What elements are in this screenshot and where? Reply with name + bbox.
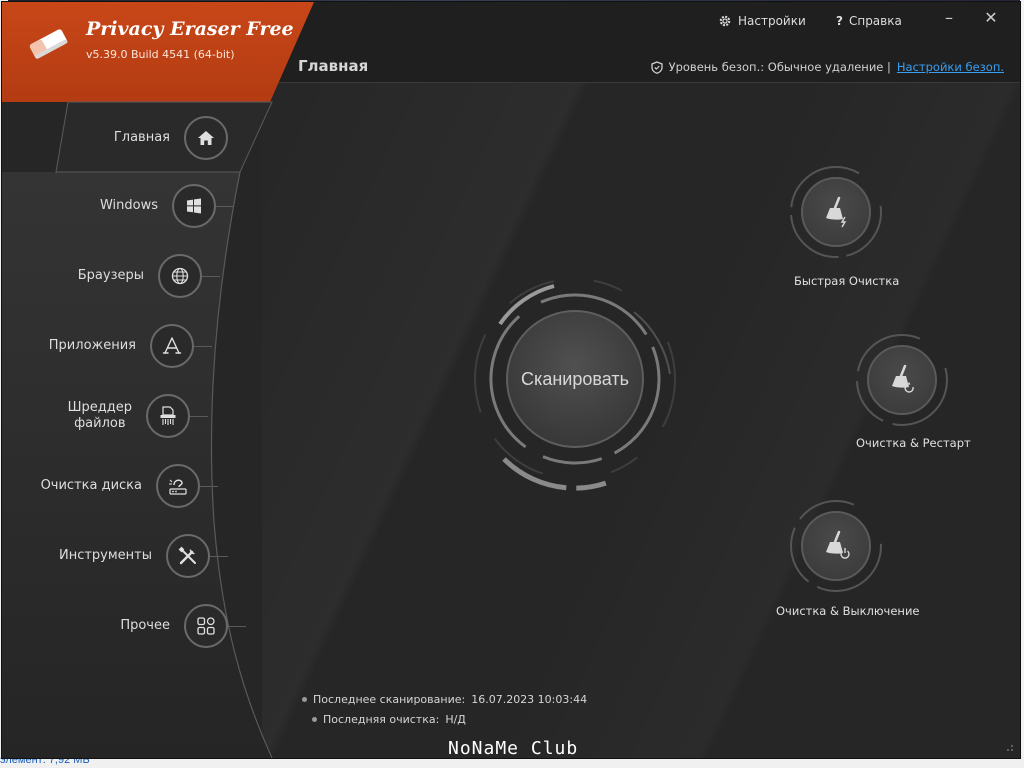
app-title: Privacy Eraser Free — [86, 18, 294, 40]
bullet-dot — [312, 717, 317, 722]
sidebar-item-disk-cleanup[interactable]: Очистка диска — [22, 464, 218, 508]
sidebar-item-icon-circle — [172, 184, 216, 228]
last-clean-label: Последняя очистка: — [323, 713, 440, 726]
broom-lightning-icon — [826, 196, 847, 228]
sidebar-item-label: Главная — [113, 130, 170, 145]
sidebar-item-apps[interactable]: Приложения — [22, 324, 212, 368]
last-clean-line: Последняя очистка: Н/Д — [312, 713, 466, 726]
sidebar-item-home[interactable]: Главная — [42, 116, 228, 160]
last-scan-label: Последнее сканирование: — [313, 693, 466, 706]
nav-connector — [202, 275, 220, 277]
security-level-bar: Уровень безоп.: Обычное удаление | Настр… — [650, 60, 1004, 74]
scan-button[interactable]: Сканировать — [506, 310, 644, 448]
sidebar-item-label: Инструменты — [58, 548, 152, 563]
action-circle — [801, 511, 871, 581]
nav-connector — [194, 345, 212, 347]
last-scan-line: Последнее сканирование: 16.07.2023 10:03… — [302, 693, 587, 706]
nav-connector — [216, 205, 234, 207]
globe-icon — [171, 267, 189, 285]
quick-clean-button[interactable]: Быстрая Очистка — [788, 164, 899, 294]
settings-button[interactable]: Настройки — [718, 14, 806, 28]
sidebar-item-icon-circle — [184, 116, 228, 160]
clean-shutdown-button[interactable]: Очистка & Выключение — [776, 498, 920, 628]
last-scan-value: 16.07.2023 10:03:44 — [471, 693, 588, 706]
sidebar-item-icon-circle — [146, 394, 190, 438]
nav-connector — [210, 555, 228, 557]
eraser-logo-icon — [29, 29, 68, 59]
gear-icon — [719, 15, 731, 27]
shredder-icon — [160, 406, 176, 425]
help-label: Справка — [848, 14, 902, 28]
nav-connector — [228, 625, 246, 627]
action-circle — [867, 345, 937, 415]
help-button[interactable]: ? Справка — [836, 14, 902, 28]
home-icon — [198, 131, 214, 145]
question-icon: ? — [836, 14, 843, 28]
broom-restart-icon — [892, 364, 914, 393]
action-circle — [801, 177, 871, 247]
sidebar-item-label: Браузеры — [77, 268, 144, 283]
last-clean-value: Н/Д — [445, 713, 466, 726]
page-title: Главная — [298, 57, 369, 75]
clean-restart-button[interactable]: Очистка & Рестарт — [854, 332, 971, 462]
security-level-text: Уровень безоп.: Обычное удаление | — [668, 60, 891, 74]
app-window: Privacy Eraser Free v5.39.0 Build 4541 (… — [2, 2, 1020, 758]
clean-shutdown-label: Очистка & Выключение — [776, 604, 920, 618]
sidebar-item-browsers[interactable]: Браузеры — [42, 254, 220, 298]
disk-clean-icon — [169, 479, 187, 495]
security-settings-link[interactable]: Настройки безоп. — [897, 60, 1004, 74]
apps-icon — [162, 337, 182, 354]
nav-connector — [200, 485, 218, 487]
grid-icon — [197, 617, 215, 635]
broom-power-icon — [826, 530, 850, 559]
quick-clean-label: Быстрая Очистка — [794, 274, 900, 288]
sidebar-item-label: Приложения — [48, 338, 136, 353]
clean-restart-label: Очистка & Рестарт — [856, 436, 971, 450]
sidebar-item-shredder[interactable]: Шреддер файлов — [42, 394, 208, 438]
sidebar-item-icon-circle — [156, 464, 200, 508]
watermark-text: NoNaMe Club — [448, 738, 579, 758]
sidebar-item-label: Windows — [99, 198, 158, 213]
sidebar-item-label: Прочее — [120, 618, 170, 633]
minimize-button[interactable]: – — [934, 8, 964, 30]
resize-grip-icon[interactable] — [1004, 742, 1014, 752]
sidebar-item-windows[interactable]: Windows — [42, 184, 234, 228]
windows-icon — [187, 198, 201, 214]
sidebar-item-tools[interactable]: Инструменты — [42, 534, 228, 578]
settings-label: Настройки — [738, 14, 806, 28]
desktop-right-strip — [1020, 0, 1024, 768]
nav-connector — [190, 415, 208, 417]
sidebar-item-label: Шреддер файлов — [67, 400, 132, 431]
sidebar-item-icon-circle — [158, 254, 202, 298]
tools-icon — [178, 546, 196, 565]
bullet-dot — [302, 697, 307, 702]
close-button[interactable]: ✕ — [976, 8, 1006, 30]
sidebar-item-other[interactable]: Прочее — [42, 604, 246, 648]
sidebar-item-label: Очистка диска — [40, 478, 142, 493]
scan-widget: Сканировать — [464, 264, 684, 494]
sidebar-item-icon-circle — [150, 324, 194, 368]
sidebar-item-icon-circle — [166, 534, 210, 578]
shield-icon — [650, 60, 663, 74]
app-version: v5.39.0 Build 4541 (64-bit) — [86, 48, 235, 61]
sidebar-item-icon-circle — [184, 604, 228, 648]
